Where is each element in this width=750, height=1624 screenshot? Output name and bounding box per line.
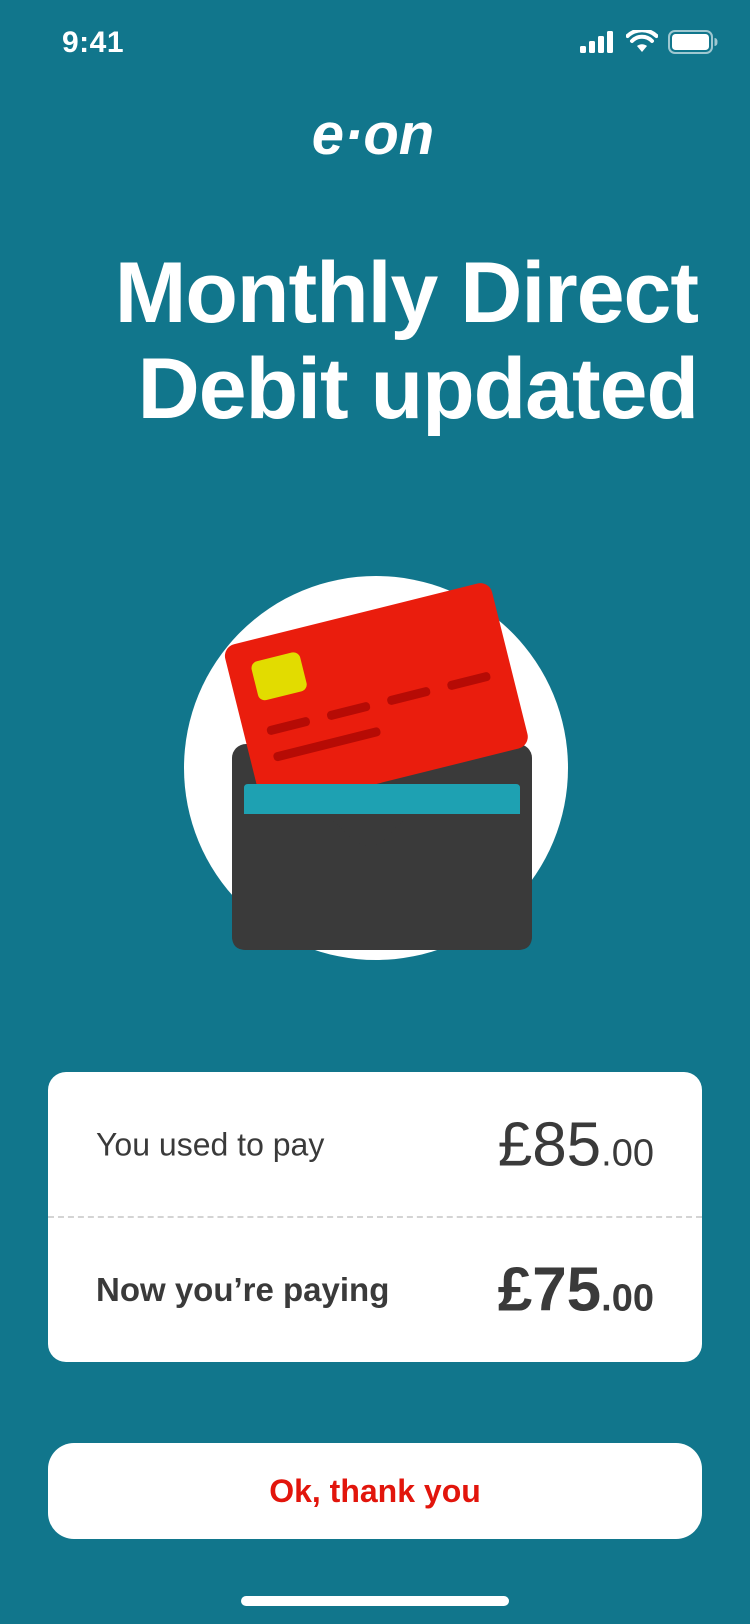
- status-icons: [580, 30, 718, 54]
- wallet-card-illustration: [180, 570, 580, 970]
- ok-thank-you-button[interactable]: Ok, thank you: [48, 1443, 702, 1539]
- home-indicator[interactable]: [241, 1596, 509, 1606]
- old-currency: £: [497, 1110, 533, 1179]
- eon-logo-mark: e·on: [312, 102, 434, 167]
- old-payment-amount: £85.00: [498, 1109, 654, 1180]
- new-payment-amount: £75.00: [498, 1254, 654, 1325]
- status-bar: 9:41: [0, 0, 750, 90]
- old-payment-label: You used to pay: [96, 1126, 325, 1162]
- signal-icon: [580, 31, 613, 53]
- eon-logo-text: e·on: [312, 106, 434, 167]
- page-title: Monthly Direct Debit updated: [114, 245, 699, 437]
- battery-icon: [668, 30, 718, 54]
- old-amount-pence: .00: [601, 1132, 654, 1174]
- new-currency: £: [497, 1255, 533, 1324]
- wifi-icon: [626, 30, 658, 52]
- old-payment-row: You used to pay £85.00: [48, 1072, 702, 1217]
- payment-comparison-card: You used to pay £85.00 Now you’re paying…: [48, 1072, 702, 1362]
- new-payment-label: Now you’re paying: [96, 1270, 390, 1308]
- new-payment-row: Now you’re paying £75.00: [48, 1217, 702, 1362]
- eon-logo: e·on: [288, 102, 458, 168]
- new-amount-pence: .00: [601, 1277, 654, 1319]
- inner-card-strip: [244, 784, 520, 814]
- status-time: 9:41: [62, 26, 125, 59]
- old-amount-whole: 85: [532, 1110, 602, 1179]
- new-amount-whole: 75: [532, 1255, 602, 1324]
